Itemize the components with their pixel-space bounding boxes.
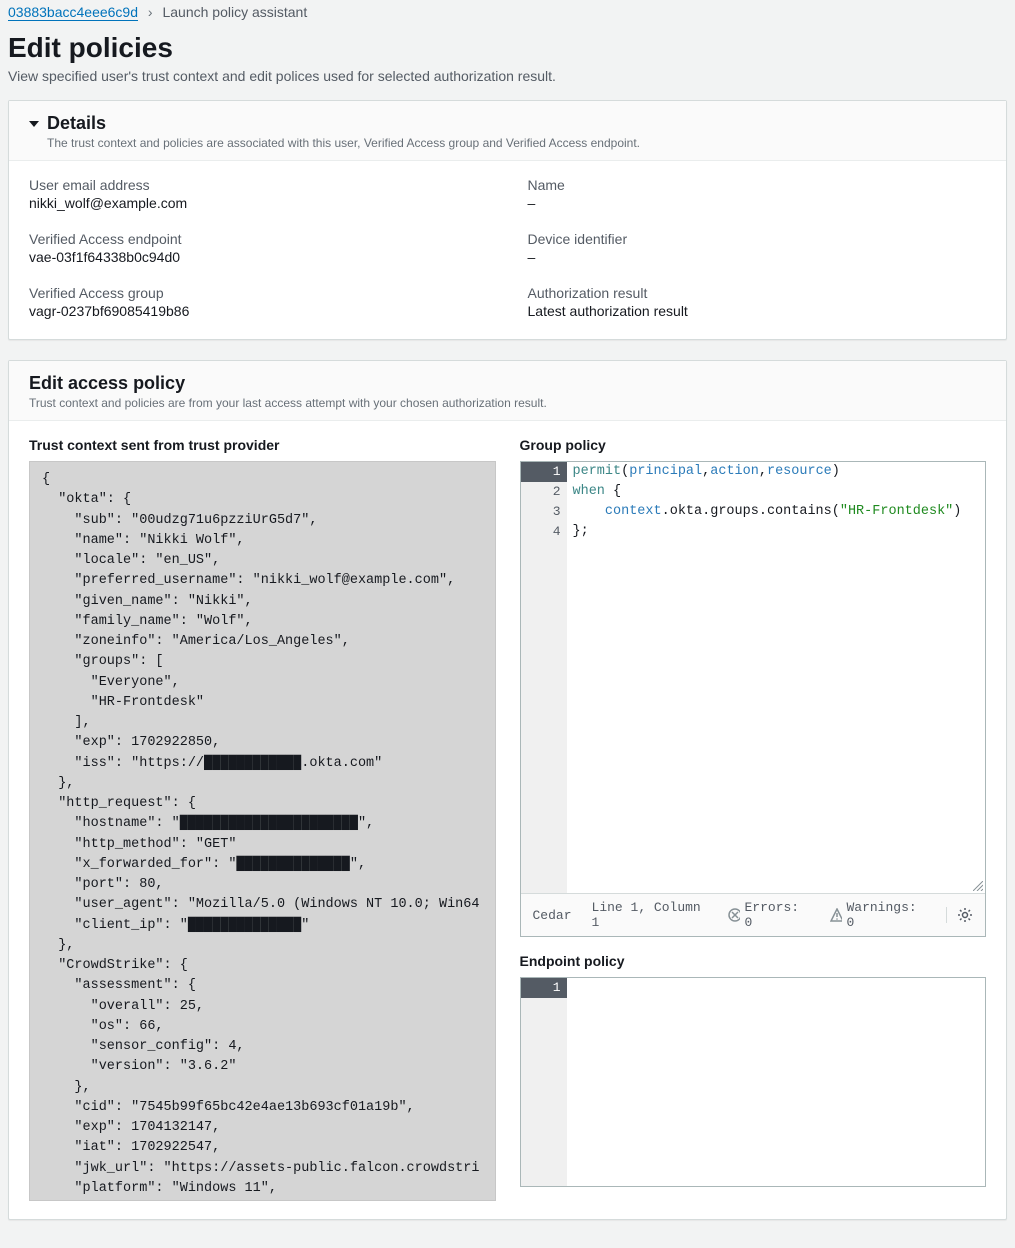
warning-icon <box>830 908 843 922</box>
field-group: Verified Access group vagr-0237bf6908541… <box>29 285 488 319</box>
group-policy-code[interactable]: permit(principal,action,resource)when { … <box>567 462 968 893</box>
details-panel: Details The trust context and policies a… <box>8 100 1007 340</box>
trust-context-column: Trust context sent from trust provider {… <box>29 437 496 1203</box>
breadcrumb-current: Launch policy assistant <box>162 4 307 20</box>
endpoint-policy-code[interactable] <box>567 978 579 1186</box>
endpoint-policy-label: Endpoint policy <box>520 953 987 969</box>
trust-context-box[interactable]: { "okta": { "sub": "00udzg71u6pzziUrG5d7… <box>29 461 496 1201</box>
status-warnings: Warnings: 0 <box>830 900 926 930</box>
edit-policy-panel: Edit access policy Trust context and pol… <box>8 360 1007 1220</box>
details-header[interactable]: Details The trust context and policies a… <box>9 101 1006 161</box>
field-device: Device identifier – <box>528 231 987 265</box>
status-language: Cedar <box>533 908 572 923</box>
resize-handle-icon[interactable] <box>971 883 985 893</box>
label-device: Device identifier <box>528 231 987 247</box>
details-subtitle: The trust context and policies are assoc… <box>29 136 986 150</box>
chevron-right-icon: › <box>148 4 153 20</box>
breadcrumb-parent-link[interactable]: 03883bacc4eee6c9d <box>8 4 138 21</box>
group-policy-gutter: 1234 <box>521 462 567 893</box>
policy-editors-column: Group policy 1234 permit(principal,actio… <box>520 437 987 1203</box>
value-email: nikki_wolf@example.com <box>29 195 488 211</box>
status-errors: Errors: 0 <box>728 900 810 930</box>
label-endpoint: Verified Access endpoint <box>29 231 488 247</box>
status-cursor: Line 1, Column 1 <box>592 900 708 930</box>
edit-policy-subtitle: Trust context and policies are from your… <box>29 396 986 410</box>
label-email: User email address <box>29 177 488 193</box>
error-icon <box>728 908 741 922</box>
group-policy-label: Group policy <box>520 437 987 453</box>
field-email: User email address nikki_wolf@example.co… <box>29 177 488 211</box>
value-auth: Latest authorization result <box>528 303 987 319</box>
value-group: vagr-0237bf69085419b86 <box>29 303 488 319</box>
endpoint-policy-editor[interactable]: 1 <box>520 977 987 1187</box>
editor-settings-button[interactable] <box>946 907 973 923</box>
gear-icon <box>957 907 973 923</box>
field-name: Name – <box>528 177 987 211</box>
details-title: Details <box>47 113 106 134</box>
label-name: Name <box>528 177 987 193</box>
field-endpoint: Verified Access endpoint vae-03f1f64338b… <box>29 231 488 265</box>
edit-policy-header: Edit access policy Trust context and pol… <box>9 361 1006 421</box>
label-group: Verified Access group <box>29 285 488 301</box>
group-policy-editor[interactable]: 1234 permit(principal,action,resource)wh… <box>520 461 987 937</box>
page-title: Edit policies <box>8 32 1007 64</box>
field-auth: Authorization result Latest authorizatio… <box>528 285 987 319</box>
endpoint-policy-gutter: 1 <box>521 978 567 1186</box>
edit-policy-title: Edit access policy <box>29 373 185 394</box>
page-subtitle: View specified user's trust context and … <box>8 68 1007 84</box>
caret-down-icon <box>29 121 39 127</box>
breadcrumb: 03883bacc4eee6c9d › Launch policy assist… <box>8 0 1007 32</box>
label-auth: Authorization result <box>528 285 987 301</box>
editor-status-bar: Cedar Line 1, Column 1 Errors: 0 Warning… <box>521 893 986 936</box>
value-device: – <box>528 249 987 265</box>
value-endpoint: vae-03f1f64338b0c94d0 <box>29 249 488 265</box>
trust-context-label: Trust context sent from trust provider <box>29 437 496 453</box>
value-name: – <box>528 195 987 211</box>
